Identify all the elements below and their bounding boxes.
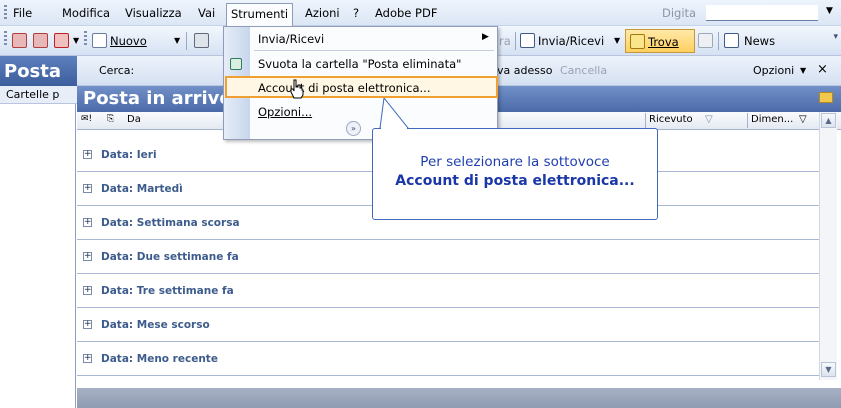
search-label: Cerca:: [99, 64, 135, 77]
expand-icon[interactable]: +: [83, 354, 92, 363]
menu-file[interactable]: File: [13, 6, 32, 20]
instruction-callout: Per selezionare la sottovoce Account di …: [372, 128, 658, 220]
group-title: Data: Ieri: [101, 149, 157, 161]
group-title: Data: Tre settimane fa: [101, 285, 234, 297]
list-group[interactable]: + Data: Tre settimane fa: [77, 274, 819, 308]
submenu-arrow-icon: ▶: [482, 32, 489, 42]
search-now-button[interactable]: va adesso: [497, 64, 552, 77]
column-received[interactable]: Ricevuto: [649, 114, 693, 125]
address-book-icon[interactable]: [698, 33, 713, 48]
callout-pointer: [379, 98, 410, 129]
expand-icon[interactable]: +: [83, 218, 92, 227]
list-group[interactable]: + Data: Meno recente: [77, 342, 819, 376]
sort-icon: ▽: [705, 114, 713, 125]
column-from[interactable]: Da: [127, 114, 141, 125]
hand-cursor-icon: [290, 79, 304, 99]
menu-azioni[interactable]: Azioni: [305, 6, 340, 20]
menu-item-email-accounts[interactable]: Account di posta elettronica...: [258, 81, 430, 95]
menu-item-send-receive[interactable]: Invia/Ricevi: [258, 32, 324, 46]
column-size[interactable]: Dimen...: [751, 114, 793, 125]
print-icon[interactable]: [194, 33, 209, 48]
menu-visualizza[interactable]: Visualizza: [125, 6, 182, 20]
chevron-down-icon[interactable]: ▼: [614, 36, 620, 45]
help-search-input[interactable]: [706, 5, 818, 21]
callout-tail-mask: [381, 127, 407, 130]
find-button[interactable]: Trova: [625, 29, 695, 53]
search-options-button[interactable]: Opzioni: [753, 64, 794, 77]
tools-menu: Invia/Ricevi ▶ Svuota la cartella "Posta…: [223, 26, 498, 140]
toolbar-grip[interactable]: [84, 31, 87, 47]
menu-item-options[interactable]: Opzioni...: [258, 105, 312, 119]
new-button[interactable]: Nuovo: [110, 34, 147, 48]
menu-adobe-pdf[interactable]: Adobe PDF: [375, 6, 437, 20]
news-icon: [724, 33, 739, 48]
reply-all-partial-label[interactable]: ra: [499, 34, 511, 48]
toolbar-separator: [718, 32, 719, 50]
group-title: Data: Due settimane fa: [101, 251, 239, 263]
pdf-email-icon[interactable]: [33, 33, 48, 48]
send-receive-icon: [520, 33, 535, 48]
menu-strumenti[interactable]: Strumenti: [226, 3, 294, 27]
column-separator[interactable]: [747, 113, 748, 128]
group-title: Data: Settimana scorsa: [101, 217, 240, 229]
navigation-pane: [0, 104, 76, 408]
menu-item-empty-deleted[interactable]: Svuota la cartella "Posta eliminata": [258, 57, 461, 71]
toolbar-separator: [186, 32, 187, 50]
group-title: Data: Meno recente: [101, 353, 218, 365]
list-group[interactable]: + Data: Due settimane fa: [77, 240, 819, 274]
group-title: Data: Martedì: [101, 183, 183, 195]
cancel-search-button[interactable]: Cancella: [560, 64, 607, 77]
expand-icon[interactable]: +: [83, 320, 92, 329]
navigation-pane-title: Posta: [0, 56, 77, 86]
menu-vai[interactable]: Vai: [198, 6, 215, 20]
scroll-up-icon[interactable]: ▲: [821, 113, 836, 128]
attachment-icon[interactable]: ⎘: [107, 114, 114, 124]
chevron-down-icon[interactable]: ▼: [73, 36, 79, 45]
chevron-down-icon[interactable]: ▼: [174, 36, 180, 45]
toolbar-separator: [515, 32, 516, 50]
group-title: Data: Mese scorso: [101, 319, 210, 331]
menu-modifica[interactable]: Modifica: [62, 6, 110, 20]
folders-header: Cartelle p: [0, 86, 77, 104]
callout-line-2: Account di posta elettronica...: [395, 173, 635, 189]
menu-separator: [254, 50, 494, 51]
expand-icon[interactable]: +: [83, 252, 92, 261]
find-label: Trova: [648, 35, 679, 49]
toolbar-grip[interactable]: [4, 31, 7, 47]
send-receive-button[interactable]: Invia/Ricevi: [538, 34, 604, 48]
importance-icon[interactable]: ✉!: [81, 114, 92, 124]
scroll-down-icon[interactable]: ▼: [821, 362, 836, 377]
news-button[interactable]: News: [744, 34, 775, 48]
help-search-hint: Digita: [662, 6, 697, 20]
toolbar-options-icon[interactable]: ▾: [833, 32, 838, 42]
filter-icon[interactable]: ▽: [799, 114, 807, 125]
folder-title: Posta in arrivo: [83, 88, 232, 109]
pdf-icon[interactable]: [12, 33, 27, 48]
toolbar-grip[interactable]: [4, 5, 7, 21]
new-mail-icon: [92, 33, 107, 48]
menu-help[interactable]: ?: [353, 6, 359, 20]
menu-bar: File Modifica Visualizza Vai Strumenti A…: [0, 0, 841, 27]
column-separator[interactable]: [645, 113, 646, 128]
folder-icon[interactable]: [819, 92, 833, 103]
expand-icon[interactable]: +: [83, 184, 92, 193]
expand-icon[interactable]: +: [83, 286, 92, 295]
expand-icon[interactable]: +: [83, 150, 92, 159]
expand-menu-icon[interactable]: »: [346, 121, 361, 136]
callout-line-1: Per selezionare la sottovoce: [420, 154, 610, 170]
list-group[interactable]: + Data: Mese scorso: [77, 308, 819, 342]
vertical-scrollbar[interactable]: ▲ ▼: [819, 112, 837, 380]
find-icon: [630, 34, 645, 49]
chevron-down-icon[interactable]: ▼: [800, 66, 806, 75]
chevron-down-icon[interactable]: ▼: [826, 6, 833, 16]
empty-trash-icon: [230, 58, 242, 70]
pdf-folder-icon[interactable]: [54, 33, 69, 48]
reading-pane-header: [77, 388, 841, 408]
close-search-button[interactable]: ×: [817, 62, 828, 77]
